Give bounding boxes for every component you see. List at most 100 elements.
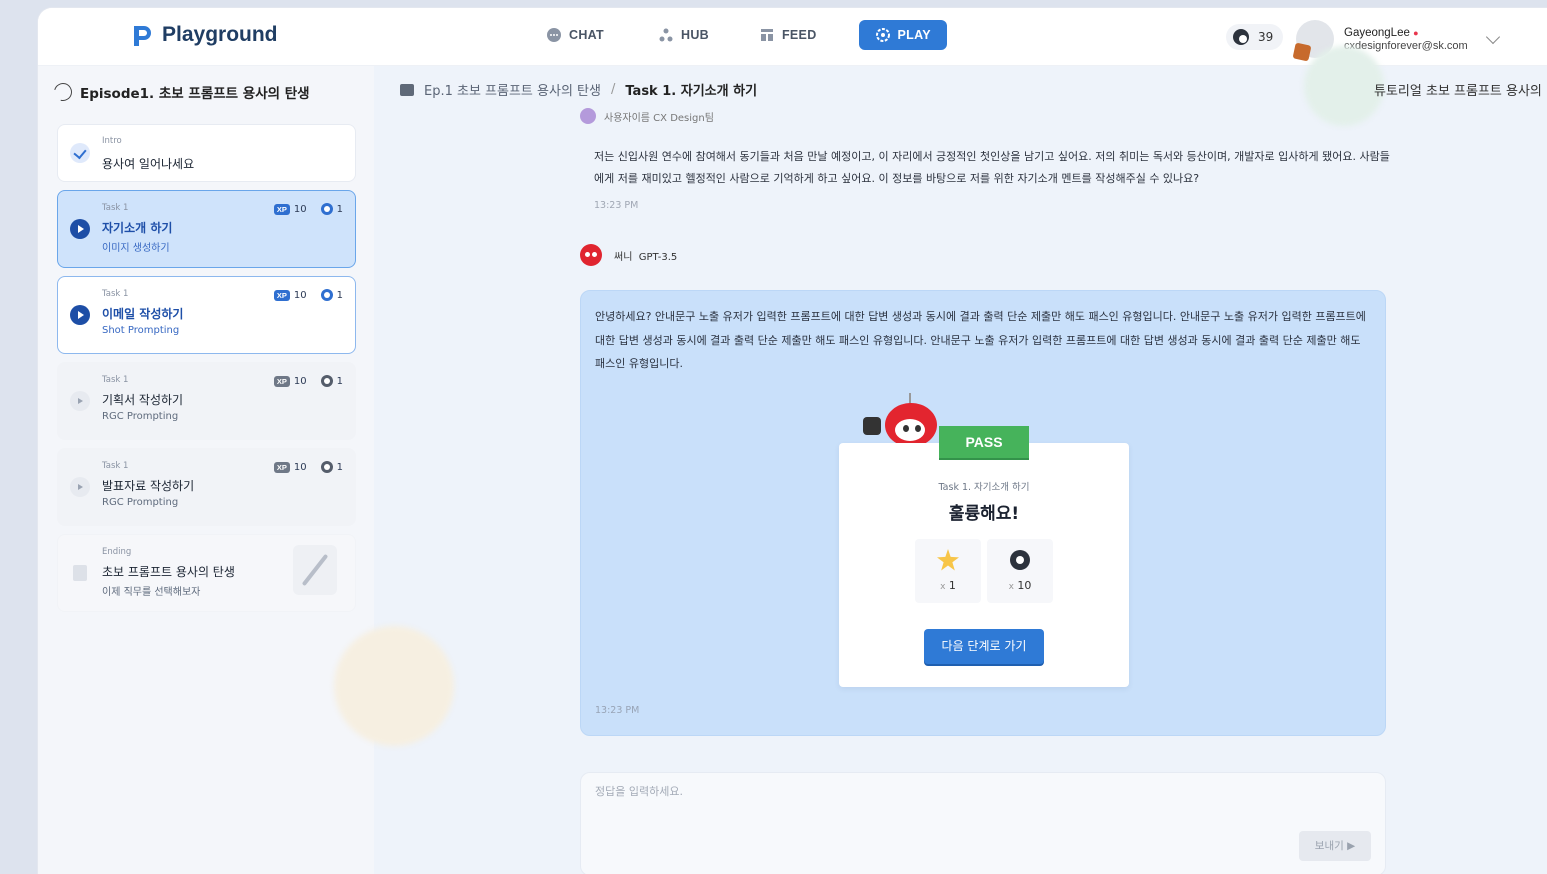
coin-count: 39 — [1258, 30, 1274, 44]
main-nav: CHAT HUB FEED PLAY — [534, 20, 947, 50]
play-icon — [70, 391, 90, 411]
folder-icon — [400, 83, 414, 96]
star-icon — [937, 549, 959, 571]
task-intro[interactable]: Intro 용사여 일어나세요 — [57, 124, 356, 182]
pass-badge: PASS — [939, 426, 1029, 458]
user-message-meta: 사용자이름 CX Design팀 — [580, 108, 714, 124]
xp-icon: XP — [273, 375, 290, 387]
user-message-time: 13:23 PM — [594, 200, 639, 211]
breadcrumb: Ep.1 초보 프롬프트 용사의 탄생 / Task 1. 자기소개 하기 — [400, 80, 757, 99]
reward-count: 10 — [1017, 579, 1032, 592]
task-name: 발표자료 작성하기 — [102, 479, 195, 493]
decorative-blob — [334, 626, 454, 746]
xp-value: 10 — [293, 289, 307, 301]
user-name-row: GayeongLee ● — [1344, 26, 1468, 40]
task-subtitle: Shot Prompting — [102, 325, 180, 336]
task-subtitle: 이제 직무를 선택해보자 — [102, 587, 201, 598]
bot-avatar-icon — [580, 244, 602, 266]
task-name: 자기소개 하기 — [102, 221, 173, 235]
user-avatar-icon — [580, 108, 596, 124]
bot-name: 써니 — [614, 251, 633, 263]
task-rewards: XP 10 1 — [273, 289, 343, 301]
task-plan[interactable]: Task 1 기획서 작성하기 RGC Prompting XP 10 1 — [57, 362, 356, 440]
answer-input[interactable] — [595, 783, 1295, 823]
answer-composer: 보내기 ▶ — [580, 772, 1386, 874]
task-self-intro[interactable]: Task 1 자기소개 하기 이미지 생성하기 XP 10 1 — [57, 190, 356, 268]
task-category: Task 1 — [102, 203, 129, 213]
task-name: 용사여 일어나세요 — [102, 157, 195, 171]
task-name: 이메일 작성하기 — [102, 307, 184, 321]
task-category: Task 1 — [102, 289, 129, 299]
play-icon — [70, 305, 90, 325]
task-ending[interactable]: Ending 초보 프롬프트 용사의 탄생 이제 직무를 선택해보자 — [57, 534, 356, 612]
task-presentation[interactable]: Task 1 발표자료 작성하기 RGC Prompting XP 10 1 — [57, 448, 356, 526]
coin-balance[interactable]: 39 — [1226, 24, 1284, 50]
coin-icon — [1233, 29, 1249, 45]
reward-star: x 1 — [915, 539, 981, 603]
chat-panel: Ep.1 초보 프롬프트 용사의 탄생 / Task 1. 자기소개 하기 튜토… — [334, 46, 1547, 874]
nav-hub-label: HUB — [681, 28, 709, 42]
task-rewards: XP 10 1 — [273, 203, 343, 215]
nav-play-label: PLAY — [897, 28, 931, 42]
nav-feed-label: FEED — [781, 28, 817, 42]
reward-count: 1 — [948, 579, 956, 592]
reward-gem: x 10 — [987, 539, 1053, 603]
check-icon — [70, 143, 90, 163]
gem-icon — [320, 461, 333, 473]
document-icon — [73, 565, 87, 581]
user-message: 저는 신입사원 연수에 참여해서 동기들과 처음 만날 예정이고, 이 자리에서… — [594, 150, 1390, 185]
play-icon — [70, 219, 90, 239]
chat-icon — [547, 28, 561, 42]
bot-message: 안녕하세요? 안내문구 노출 유저가 입력한 프롬프트에 대한 답변 생성과 동… — [595, 310, 1366, 370]
gem-icon — [320, 375, 333, 387]
episode-title: Episode1. 초보 프롬프트 용사의 탄생 — [50, 79, 310, 105]
gem-value: 1 — [336, 289, 343, 301]
bot-message-time: 13:23 PM — [595, 705, 640, 716]
playground-logo-icon — [134, 26, 151, 46]
gem-icon — [320, 289, 333, 301]
gem-value: 1 — [336, 375, 343, 387]
tutorial-link[interactable]: 튜토리얼 초보 프롬프트 용사의 탄 — [1374, 80, 1547, 99]
task-category: Task 1 — [102, 461, 129, 471]
xp-value: 10 — [293, 375, 307, 387]
xp-icon: XP — [273, 289, 290, 301]
task-name: 초보 프롬프트 용사의 탄생 — [102, 565, 235, 579]
breadcrumb-episode[interactable]: Ep.1 초보 프롬프트 용사의 탄생 — [424, 80, 601, 99]
xp-value: 10 — [293, 461, 307, 473]
bot-message-meta: 써니 GPT-3.5 — [580, 244, 677, 266]
reward-mult: x — [940, 582, 946, 592]
feed-icon — [760, 29, 773, 41]
xp-icon: XP — [273, 461, 290, 473]
task-rewards: XP 10 1 — [273, 375, 343, 387]
result-title: 훌륭해요! — [948, 504, 1020, 524]
result-card: Task 1. 자기소개 하기 훌륭해요! x 1 x 10 다음 단계로 가기 — [839, 443, 1129, 687]
nav-feed[interactable]: FEED — [747, 20, 829, 50]
bot-message-bubble: 안녕하세요? 안내문구 노출 유저가 입력한 프롬프트에 대한 답변 생성과 동… — [580, 290, 1386, 736]
episode-sidebar: Episode1. 초보 프롬프트 용사의 탄생 Intro 용사여 일어나세요… — [38, 66, 374, 874]
next-step-button[interactable]: 다음 단계로 가기 — [924, 629, 1044, 664]
bot-model: GPT-3.5 — [638, 251, 678, 263]
nav-chat-label: CHAT — [569, 28, 604, 42]
app-name: Playground — [162, 23, 278, 46]
notification-dot-icon: ● — [1413, 28, 1419, 38]
task-rewards: XP 10 1 — [273, 461, 343, 473]
task-name: 기획서 작성하기 — [102, 393, 184, 407]
xp-icon: XP — [273, 203, 290, 215]
episode-title-text: Episode1. 초보 프롬프트 용사의 탄생 — [80, 86, 310, 102]
breadcrumb-separator: / — [610, 82, 616, 97]
play-icon — [70, 477, 90, 497]
user-name: GayeongLee — [1344, 27, 1410, 39]
task-email[interactable]: Task 1 이메일 작성하기 Shot Prompting XP 10 1 — [57, 276, 356, 354]
gem-value: 1 — [336, 203, 343, 215]
decorative-blob — [1304, 46, 1384, 126]
breadcrumb-task: Task 1. 자기소개 하기 — [625, 84, 758, 99]
xp-value: 10 — [293, 203, 307, 215]
task-subtitle: RGC Prompting — [102, 411, 179, 422]
task-subtitle: 이미지 생성하기 — [102, 243, 170, 254]
nav-play[interactable]: PLAY — [858, 20, 947, 50]
chevron-down-icon[interactable] — [1485, 29, 1501, 45]
nav-hub[interactable]: HUB — [646, 20, 721, 50]
nav-chat[interactable]: CHAT — [534, 20, 616, 50]
send-button[interactable]: 보내기 ▶ — [1299, 831, 1371, 861]
logo[interactable]: Playground — [130, 22, 278, 48]
